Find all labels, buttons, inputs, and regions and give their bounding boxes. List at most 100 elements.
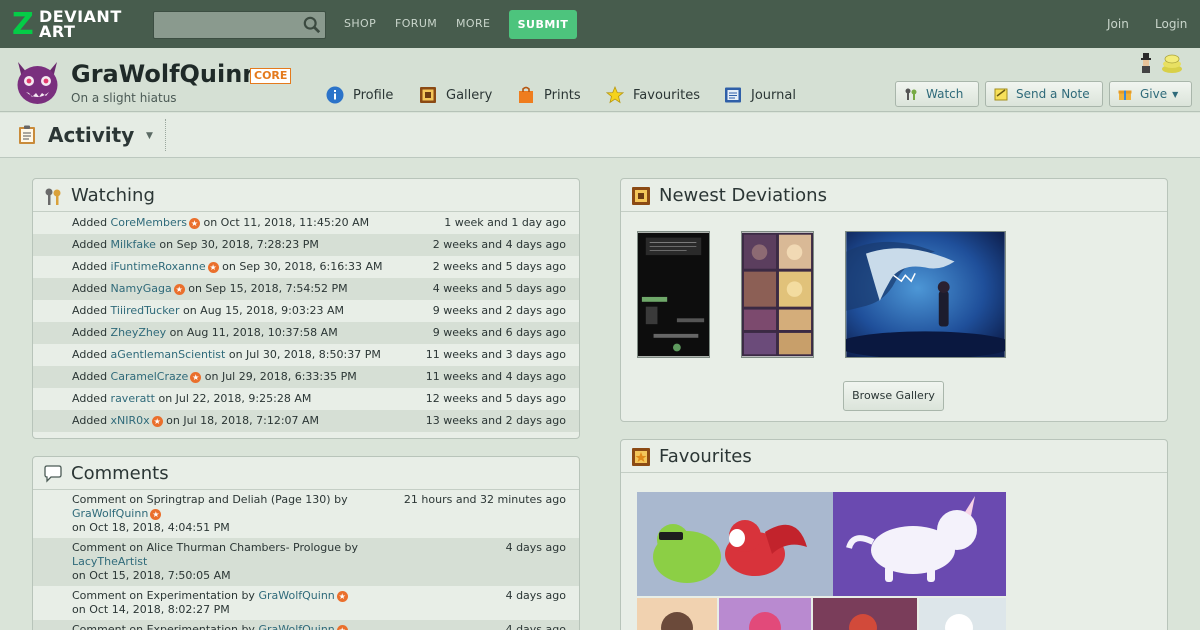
watching-row: Added NamyGaga ★ on Sep 15, 2018, 7:54:52… (33, 278, 579, 300)
time-ago: 4 weeks and 5 days ago (432, 282, 566, 295)
username-link[interactable]: CoreMembers (111, 216, 187, 229)
watching-panel: Watching Added CoreMembers ★ on Oct 11, 2… (32, 178, 580, 439)
profile-tagline: On a slight hiatus (71, 91, 177, 105)
tab-profile[interactable]: Profile (326, 86, 393, 104)
username-link[interactable]: aGentlemanScientist (111, 348, 226, 361)
watching-row: Added aGentlemanScientist on Jul 30, 201… (33, 344, 579, 366)
time-ago: 4 days ago (505, 541, 566, 554)
comments-title: Comments (71, 463, 169, 484)
newest-deviations-panel: Newest Deviations Browse Gallery (620, 178, 1168, 422)
star-icon (606, 86, 624, 104)
time-ago: 4 days ago (505, 589, 566, 602)
activity-title[interactable]: Activity (48, 123, 134, 147)
favourites-header: Favourites (621, 440, 1167, 473)
core-member-icon: ★ (336, 625, 348, 630)
activity-bar: Activity ▼ (0, 113, 1200, 158)
core-badge: CORE (250, 68, 292, 84)
journal-icon (725, 87, 741, 103)
watching-row: Added Milkfake on Sep 30, 2018, 7:28:23 … (33, 234, 579, 256)
username-link[interactable]: GraWolfQuinn (72, 507, 148, 520)
deviantart-logo[interactable]: Z DEVIANT ART (12, 8, 130, 42)
favourites-panel: Favourites (620, 439, 1168, 630)
speech-bubble-icon (44, 465, 62, 483)
core-member-icon: ★ (188, 218, 200, 229)
username-link[interactable]: Milkfake (111, 238, 156, 251)
watching-list: Added CoreMembers ★ on Oct 11, 2018, 11:4… (33, 212, 579, 432)
time-ago: 2 weeks and 4 days ago (432, 238, 566, 251)
time-ago: 11 weeks and 3 days ago (425, 348, 566, 361)
join-link[interactable]: Join (1107, 17, 1129, 31)
newest-deviations-title: Newest Deviations (659, 185, 827, 206)
username-link[interactable]: GraWolfQuinn (258, 589, 334, 602)
favourites-title: Favourites (659, 446, 752, 467)
favourite-thumbnail[interactable] (833, 492, 1006, 596)
username-link[interactable]: CaramelCraze (111, 370, 189, 383)
watch-icon (45, 188, 61, 205)
tab-gallery[interactable]: Gallery (419, 86, 492, 104)
chevron-down-icon: ▼ (1172, 89, 1179, 99)
username-link[interactable]: TiiiredTucker (111, 304, 180, 317)
time-ago: 2 weeks and 5 days ago (432, 260, 566, 273)
submit-button[interactable]: SUBMIT (509, 10, 577, 39)
tab-prints[interactable]: Prints (517, 86, 581, 104)
nav-forum[interactable]: FORUM (395, 17, 437, 30)
username-link[interactable]: NamyGaga (111, 282, 172, 295)
search-icon[interactable] (303, 16, 321, 34)
favourite-thumbnail-row[interactable] (637, 598, 1006, 630)
time-ago: 12 weeks and 5 days ago (425, 392, 566, 405)
username-link[interactable]: raveratt (111, 392, 155, 405)
comment-row: Comment on Springtrap and Deliah (Page 1… (72, 493, 566, 534)
core-member-icon: ★ (207, 262, 219, 273)
time-ago: 13 weeks and 2 days ago (425, 414, 566, 427)
time-ago: 1 week and 1 day ago (444, 216, 566, 229)
comment-date: on Oct 15, 2018, 7:50:05 AM (72, 569, 231, 582)
deviation-thumbnail[interactable] (845, 231, 1006, 358)
core-member-icon: ★ (173, 284, 185, 295)
gallery-icon (420, 87, 436, 103)
info-icon (326, 86, 344, 104)
watch-button[interactable]: Watch (895, 81, 979, 107)
username-link[interactable]: xNIR0x (111, 414, 150, 427)
username-link[interactable]: LacyTheArtist (72, 555, 147, 568)
comments-header: Comments (33, 457, 579, 490)
avatar[interactable] (12, 56, 63, 107)
search-input[interactable] (153, 11, 326, 39)
watch-icon (905, 88, 917, 100)
tab-favourites[interactable]: Favourites (606, 86, 700, 104)
profile-header: GraWolfQuinn CORE On a slight hiatus Pro… (0, 48, 1200, 112)
deviantart-logo-icon: Z (12, 7, 34, 42)
username-link[interactable]: ZheyZhey (111, 326, 167, 339)
watching-row: Added TiiiredTucker on Aug 15, 2018, 9:0… (33, 300, 579, 322)
favourite-thumbnail[interactable] (637, 492, 833, 596)
username-link[interactable]: GraWolfQuinn (258, 623, 334, 630)
nav-more[interactable]: MORE (456, 17, 490, 30)
watching-row: Added iFuntimeRoxanne ★ on Sep 30, 2018, … (33, 256, 579, 278)
gallery-icon (632, 187, 650, 205)
deviation-thumbnail[interactable] (741, 231, 814, 358)
core-member-icon: ★ (151, 416, 163, 427)
llama-badge-icon[interactable] (1160, 52, 1184, 74)
comments-panel: Comments Comment on Springtrap and Delia… (32, 456, 580, 630)
note-icon (994, 88, 1008, 101)
username[interactable]: GraWolfQuinn (71, 60, 259, 88)
time-ago: 11 weeks and 4 days ago (425, 370, 566, 383)
time-ago: 4 days ago (505, 623, 566, 630)
send-note-button[interactable]: Send a Note (985, 81, 1103, 107)
give-button[interactable]: Give ▼ (1109, 81, 1192, 107)
watching-row: Added raveratt on Jul 22, 2018, 9:25:28 … (33, 388, 579, 410)
watching-row: Added CaramelCraze ★ on Jul 29, 2018, 6:3… (33, 366, 579, 388)
deviation-thumbnail[interactable] (637, 231, 710, 358)
clipboard-icon (19, 125, 35, 144)
username-link[interactable]: iFuntimeRoxanne (111, 260, 206, 273)
activity-dropdown-icon[interactable]: ▼ (146, 131, 153, 141)
comment-row: Comment on Experimentation by GraWolfQui… (33, 620, 579, 630)
mini-avatar-icon[interactable] (1136, 52, 1156, 74)
browse-gallery-button[interactable]: Browse Gallery (843, 381, 944, 411)
nav-shop[interactable]: SHOP (344, 17, 376, 30)
time-ago: 21 hours and 32 minutes ago (403, 493, 566, 506)
core-member-icon: ★ (190, 372, 202, 383)
login-link[interactable]: Login (1155, 17, 1187, 31)
shopping-bag-icon (519, 86, 533, 103)
tab-journal[interactable]: Journal (724, 86, 796, 104)
watching-row: Added xNIR0x ★ on Jul 18, 2018, 7:12:07 A… (33, 410, 579, 432)
